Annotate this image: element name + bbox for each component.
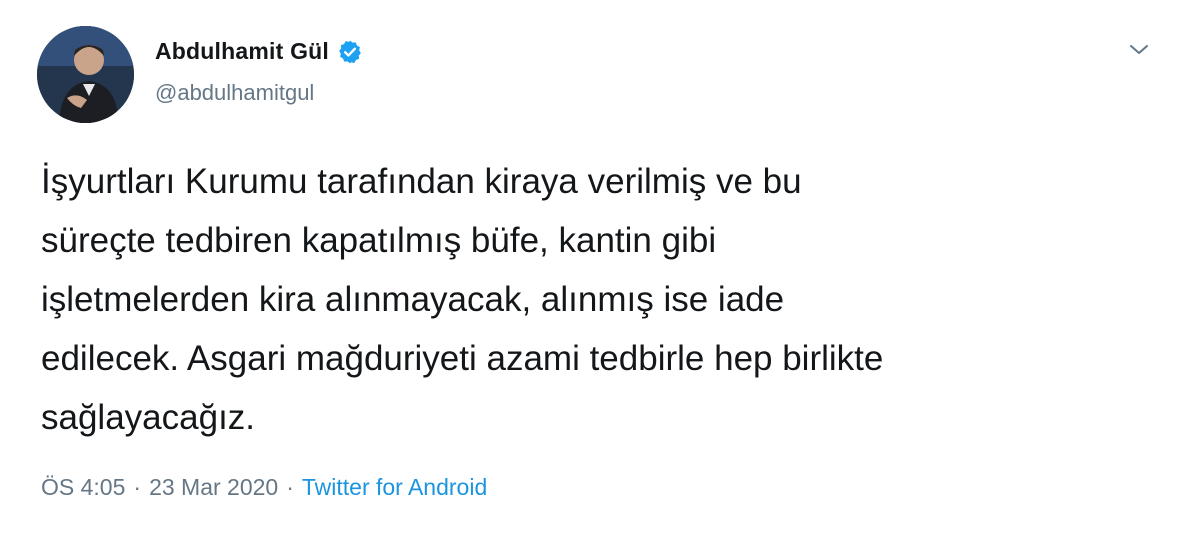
tweet-date[interactable]: 23 Mar 2020 [149, 474, 278, 501]
display-name[interactable]: Abdulhamit Gül [155, 38, 329, 65]
avatar[interactable] [37, 26, 134, 123]
avatar-image [37, 26, 134, 123]
tweet-source-link[interactable]: Twitter for Android [302, 474, 487, 501]
chevron-down-icon[interactable] [1126, 38, 1152, 60]
verified-badge-icon [337, 39, 363, 65]
tweet-text: İşyurtları Kurumu tarafından kiraya veri… [41, 162, 884, 437]
tweet-meta: ÖS 4:05 · 23 Mar 2020 · Twitter for Andr… [41, 474, 487, 501]
meta-separator: · [286, 474, 294, 500]
author-row: Abdulhamit Gül [155, 38, 363, 65]
tweet-card: Abdulhamit Gül @abdulhamitgul İşyurtları… [0, 0, 1200, 536]
meta-separator: · [133, 474, 142, 500]
tweet-time[interactable]: ÖS 4:05 [41, 474, 125, 501]
user-handle[interactable]: @abdulhamitgul [155, 80, 314, 106]
